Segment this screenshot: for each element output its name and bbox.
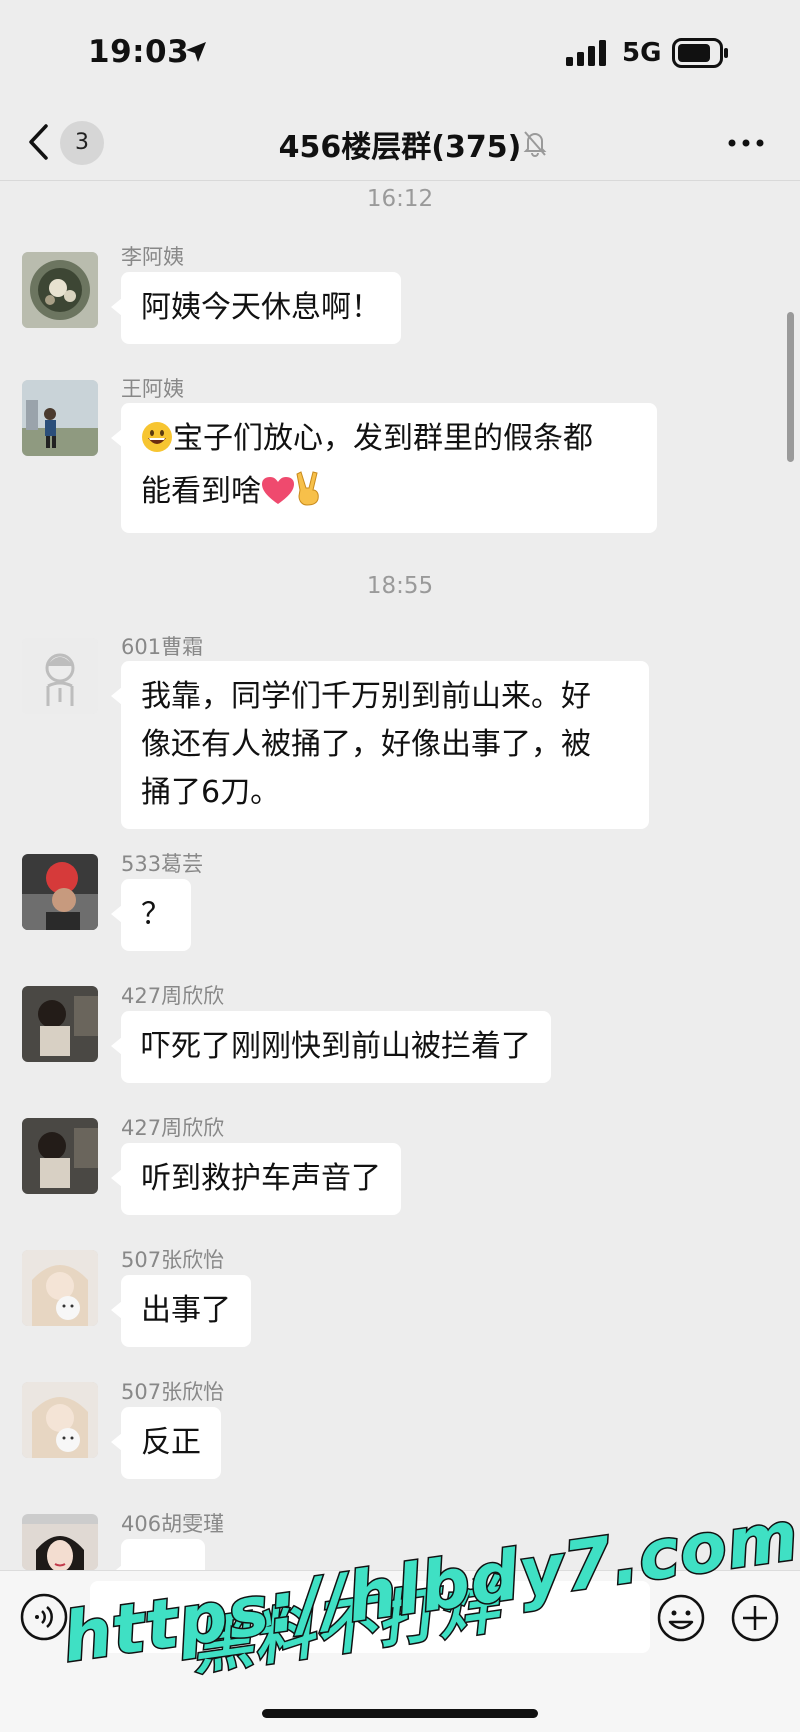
- avatar[interactable]: [22, 1382, 98, 1458]
- message-text: 捅了6刀。: [141, 775, 281, 810]
- ellipsis-icon[interactable]: [726, 129, 766, 157]
- home-indicator: [262, 1709, 538, 1718]
- sender-name: 427周欣欣: [121, 1116, 225, 1140]
- timestamp-divider: 18:55: [366, 573, 434, 599]
- message-text: 宝子们放心，发到群里的假条都: [173, 421, 593, 456]
- message-text: 能看到啥: [141, 474, 261, 509]
- avatar[interactable]: [22, 986, 98, 1062]
- message-bubble[interactable]: 吓死了刚刚快到前山被拦着了: [111, 1011, 551, 1083]
- smiley-face-icon[interactable]: [656, 1593, 706, 1643]
- message-bubble[interactable]: 我靠，同学们千万别到前山来。好 像还有人被捅了，好像出事了，被 捅了6刀。: [111, 661, 649, 829]
- message-bubble[interactable]: [111, 1539, 205, 1583]
- location-arrow-icon: [186, 42, 206, 62]
- plus-circle-icon[interactable]: [730, 1593, 780, 1643]
- avatar[interactable]: [22, 380, 98, 456]
- avatar[interactable]: [22, 638, 98, 714]
- chat-scrollbar[interactable]: [787, 312, 794, 462]
- message-bubble[interactable]: 出事了: [111, 1275, 251, 1347]
- avatar[interactable]: [22, 1250, 98, 1326]
- message-bubble[interactable]: 阿姨今天休息啊！: [111, 272, 401, 344]
- grinning-face-emoji: [141, 420, 173, 468]
- battery-icon: [672, 38, 728, 68]
- message-bubble[interactable]: ？: [111, 879, 191, 951]
- message-text: 阿姨今天休息啊！: [141, 290, 381, 325]
- message-text: 我靠，同学们千万别到前山来。好: [141, 679, 591, 714]
- chat-header: 3 456楼层群(375): [0, 105, 800, 181]
- red-heart-emoji: [261, 473, 295, 521]
- network-type: 5G: [622, 38, 662, 68]
- avatar[interactable]: [22, 854, 98, 930]
- message-text: 反正: [141, 1425, 201, 1460]
- sender-name: 427周欣欣: [121, 984, 225, 1008]
- message-bubble[interactable]: 听到救护车声音了: [111, 1143, 401, 1215]
- sender-name: 王阿姨: [121, 377, 184, 401]
- avatar[interactable]: [22, 252, 98, 328]
- message-text: 像还有人被捅了，好像出事了，被: [141, 727, 591, 762]
- avatar[interactable]: [22, 1514, 98, 1570]
- status-time: 19:03: [88, 34, 190, 70]
- sender-name: 406胡雯瑾: [121, 1512, 225, 1536]
- message-text: ？: [141, 897, 171, 932]
- sender-name: 533葛芸: [121, 852, 204, 876]
- message-bubble[interactable]: 反正: [111, 1407, 221, 1479]
- chat-title: 456楼层群(375): [278, 130, 522, 165]
- sender-name: 601曹霜: [121, 635, 204, 659]
- message-text: 听到救护车声音了: [141, 1161, 381, 1196]
- message-text: 吓死了刚刚快到前山被拦着了: [141, 1029, 531, 1064]
- sender-name: 李阿姨: [121, 245, 184, 269]
- bell-muted-icon: [523, 131, 547, 157]
- sender-name: 507张欣怡: [121, 1380, 225, 1404]
- victory-hand-emoji: [295, 470, 323, 521]
- sender-name: 507张欣怡: [121, 1248, 225, 1272]
- timestamp-divider: 16:12: [366, 186, 434, 212]
- message-text: 出事了: [141, 1293, 231, 1328]
- cellular-signal-icon: [566, 40, 606, 66]
- message-bubble[interactable]: 宝子们放心，发到群里的假条都能看到啥: [111, 403, 657, 533]
- avatar[interactable]: [22, 1118, 98, 1194]
- status-bar: 19:03 5G: [0, 0, 800, 105]
